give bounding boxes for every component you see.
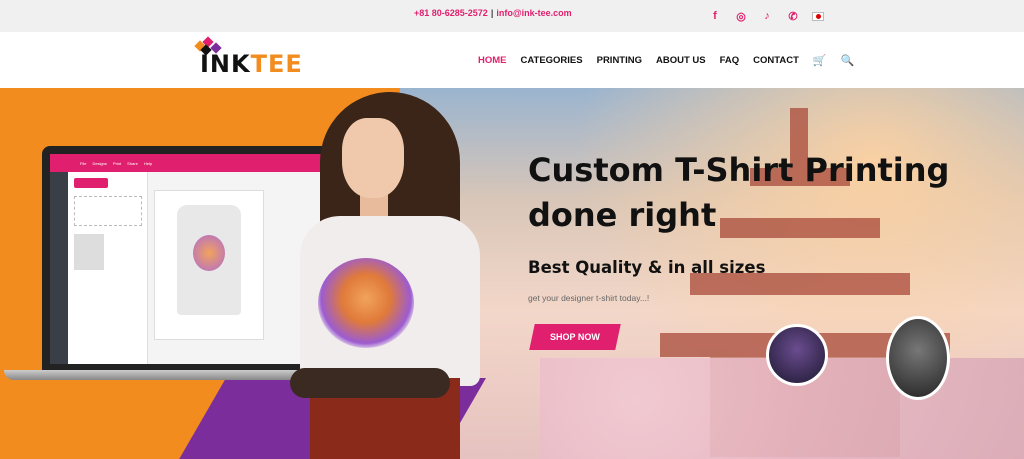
inktee-logo[interactable]: INKTEE [190, 36, 302, 82]
designer-toolbar: File Designs Print Share Help [50, 154, 324, 172]
laptop-designer-mockup: File Designs Print Share Help [42, 146, 332, 371]
uploaded-thumbnail [74, 234, 104, 270]
designer-sidebar [50, 172, 68, 364]
hero-subheadline: Best Quality & in all sizes [528, 258, 766, 277]
designer-canvas [154, 190, 264, 340]
cat-print [318, 258, 414, 348]
contact-info: +81 80-6285-2572 | info@ink-tee.com [414, 8, 572, 18]
japan-flag-icon[interactable] [812, 11, 824, 21]
upload-tab [74, 178, 108, 188]
phone-link[interactable]: +81 80-6285-2572 [414, 8, 488, 18]
email-link[interactable]: info@ink-tee.com [496, 8, 571, 18]
hero-tagline: get your designer t-shirt today...! [528, 293, 650, 303]
nav-home[interactable]: HOME [478, 55, 507, 66]
designer-upload-panel [68, 172, 148, 364]
shop-now-label: SHOP NOW [550, 332, 600, 342]
tshirt-preview-circle-1[interactable] [766, 324, 828, 386]
whatsapp-icon[interactable]: ✆ [786, 9, 800, 23]
nav-printing[interactable]: PRINTING [597, 55, 642, 66]
designer-screen: File Designs Print Share Help [50, 154, 324, 364]
logo-text: INKTEE [200, 50, 303, 78]
hero-headline: Custom T-Shirt Printing done right [528, 151, 950, 234]
nav-about-us[interactable]: ABOUT US [656, 55, 706, 66]
mini-cat-print [193, 235, 225, 271]
logo-text-tee: TEE [250, 50, 303, 78]
tshirt-preview-circle-2[interactable] [886, 316, 950, 400]
shop-now-button[interactable]: SHOP NOW [529, 324, 621, 350]
contact-separator: | [490, 8, 494, 18]
hero-banner: File Designs Print Share Help Custom T-Shirt… [0, 88, 1024, 459]
nav-categories[interactable]: CATEGORIES [521, 55, 583, 66]
model-photo [290, 88, 500, 459]
main-navbar: INKTEE HOME CATEGORIES PRINTING ABOUT US… [0, 32, 1024, 88]
tiktok-icon[interactable]: ♪ [760, 9, 774, 23]
top-bar: +81 80-6285-2572 | info@ink-tee.com f ◎ ♪ … [0, 0, 1024, 32]
social-links: f ◎ ♪ ✆ [708, 9, 824, 23]
nav-faq[interactable]: FAQ [720, 55, 740, 66]
mini-tshirt [177, 205, 241, 315]
search-icon[interactable]: 🔍 [841, 54, 855, 67]
cart-icon[interactable]: 🛒 [813, 54, 827, 67]
upload-dropzone [74, 196, 142, 226]
nav-menu: HOME CATEGORIES PRINTING ABOUT US FAQ CO… [478, 54, 854, 67]
facebook-icon[interactable]: f [708, 9, 722, 23]
instagram-icon[interactable]: ◎ [734, 9, 748, 23]
nav-contact[interactable]: CONTACT [753, 55, 799, 66]
logo-text-ink: INK [200, 50, 251, 78]
